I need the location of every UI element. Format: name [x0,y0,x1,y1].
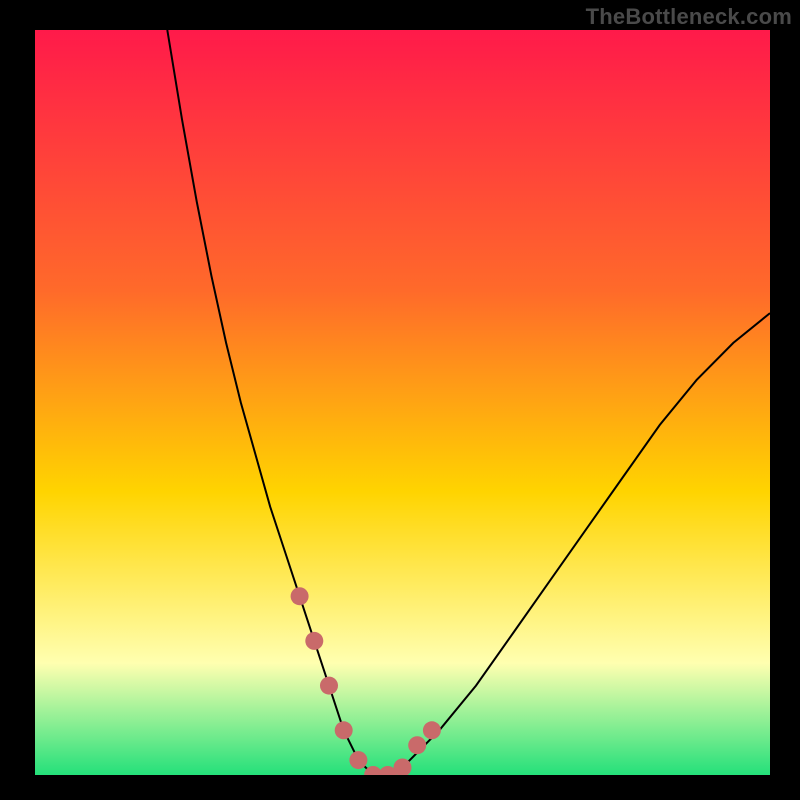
plot-area [35,30,770,775]
bottleneck-chart [35,30,770,775]
watermark-text: TheBottleneck.com [586,4,792,30]
marker-dot [423,721,441,739]
marker-dot [408,736,426,754]
marker-dot [335,721,353,739]
marker-dot [349,751,367,769]
gradient-background [35,30,770,775]
marker-dot [291,587,309,605]
marker-dot [305,632,323,650]
chart-frame: TheBottleneck.com [0,0,800,800]
marker-dot [320,677,338,695]
